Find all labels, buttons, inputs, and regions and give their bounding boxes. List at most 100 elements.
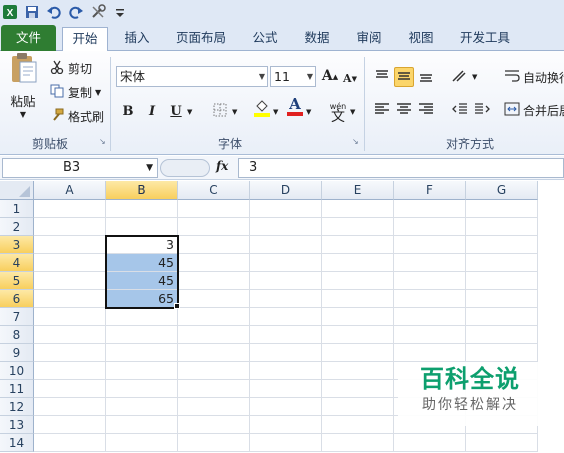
tools-icon[interactable]: [90, 4, 106, 20]
undo-icon[interactable]: [46, 4, 62, 20]
fill-handle[interactable]: [174, 303, 180, 309]
italic-button[interactable]: I: [142, 101, 162, 121]
cell-c2[interactable]: [178, 218, 250, 236]
cell-b1[interactable]: [106, 200, 178, 218]
row-header-11[interactable]: 11: [0, 380, 34, 398]
font-size-select[interactable]: 11 ▼: [270, 66, 316, 87]
cell-c1[interactable]: [178, 200, 250, 218]
cell-a7[interactable]: [34, 308, 106, 326]
chevron-down-icon[interactable]: ▼: [187, 108, 192, 116]
cell-b10[interactable]: [106, 362, 178, 380]
cell-b14[interactable]: [106, 434, 178, 452]
save-icon[interactable]: [24, 4, 40, 20]
cell-c11[interactable]: [178, 380, 250, 398]
cell-a2[interactable]: [34, 218, 106, 236]
cell-e2[interactable]: [322, 218, 394, 236]
increase-font-button[interactable]: A ▲: [320, 66, 340, 86]
dialog-launcher-icon[interactable]: ↘: [352, 137, 359, 146]
cell-e7[interactable]: [322, 308, 394, 326]
name-box[interactable]: B3 ▼: [2, 158, 158, 178]
cell-c10[interactable]: [178, 362, 250, 380]
cell-c9[interactable]: [178, 344, 250, 362]
cell-g9[interactable]: [466, 344, 538, 362]
tab-home[interactable]: 开始: [62, 27, 108, 52]
cell-c13[interactable]: [178, 416, 250, 434]
cell-d13[interactable]: [250, 416, 322, 434]
chevron-down-icon[interactable]: ▼: [273, 108, 278, 116]
row-header-8[interactable]: 8: [0, 326, 34, 344]
column-header-b[interactable]: B: [106, 181, 178, 200]
cell-b7[interactable]: [106, 308, 178, 326]
cell-g3[interactable]: [466, 236, 538, 254]
tab-review[interactable]: 审阅: [346, 27, 392, 51]
cell-d8[interactable]: [250, 326, 322, 344]
cell-e3[interactable]: [322, 236, 394, 254]
cut-button[interactable]: 剪切: [50, 59, 92, 77]
cell-a8[interactable]: [34, 326, 106, 344]
cell-a14[interactable]: [34, 434, 106, 452]
row-header-9[interactable]: 9: [0, 344, 34, 362]
decrease-indent-button[interactable]: [450, 100, 470, 120]
column-header-c[interactable]: C: [178, 181, 250, 200]
cell-f7[interactable]: [394, 308, 466, 326]
cell-e13[interactable]: [322, 416, 394, 434]
wrap-text-button[interactable]: 自动换行: [504, 68, 564, 86]
cell-a4[interactable]: [34, 254, 106, 272]
align-top-button[interactable]: [372, 67, 392, 87]
copy-button[interactable]: 复制 ▼: [50, 83, 101, 101]
cell-e5[interactable]: [322, 272, 394, 290]
chevron-down-icon[interactable]: ▼: [306, 108, 311, 116]
tab-file[interactable]: 文件: [1, 25, 56, 51]
row-header-5[interactable]: 5: [0, 272, 34, 290]
column-header-d[interactable]: D: [250, 181, 322, 200]
column-header-e[interactable]: E: [322, 181, 394, 200]
fx-icon[interactable]: fx: [216, 159, 228, 173]
font-name-select[interactable]: 宋体 ▼: [116, 66, 268, 87]
select-all-button[interactable]: [0, 181, 34, 200]
align-bottom-button[interactable]: [416, 67, 436, 87]
cell-c5[interactable]: [178, 272, 250, 290]
cell-a5[interactable]: [34, 272, 106, 290]
cell-d12[interactable]: [250, 398, 322, 416]
formula-input[interactable]: 3: [238, 158, 564, 178]
decrease-font-button[interactable]: A ▼: [340, 68, 360, 88]
cell-b5[interactable]: 45: [106, 272, 178, 290]
tab-view[interactable]: 视图: [398, 27, 444, 51]
cell-a9[interactable]: [34, 344, 106, 362]
cell-d1[interactable]: [250, 200, 322, 218]
cell-f2[interactable]: [394, 218, 466, 236]
cell-c3[interactable]: [178, 236, 250, 254]
cell-e6[interactable]: [322, 290, 394, 308]
cell-a6[interactable]: [34, 290, 106, 308]
tab-developer[interactable]: 开发工具: [452, 27, 518, 51]
cell-d10[interactable]: [250, 362, 322, 380]
cell-e12[interactable]: [322, 398, 394, 416]
font-color-button[interactable]: A: [285, 95, 305, 117]
cell-a1[interactable]: [34, 200, 106, 218]
cell-g6[interactable]: [466, 290, 538, 308]
cell-d9[interactable]: [250, 344, 322, 362]
row-header-7[interactable]: 7: [0, 308, 34, 326]
cell-f3[interactable]: [394, 236, 466, 254]
cell-a12[interactable]: [34, 398, 106, 416]
formula-bar-splitter[interactable]: [160, 159, 210, 177]
align-center-button[interactable]: [394, 100, 414, 120]
cell-e14[interactable]: [322, 434, 394, 452]
align-right-button[interactable]: [416, 100, 436, 120]
row-header-6[interactable]: 6: [0, 290, 34, 308]
cell-g8[interactable]: [466, 326, 538, 344]
cell-b11[interactable]: [106, 380, 178, 398]
cell-e11[interactable]: [322, 380, 394, 398]
cell-b13[interactable]: [106, 416, 178, 434]
cell-g7[interactable]: [466, 308, 538, 326]
cell-c7[interactable]: [178, 308, 250, 326]
row-header-2[interactable]: 2: [0, 218, 34, 236]
cell-b12[interactable]: [106, 398, 178, 416]
cell-d4[interactable]: [250, 254, 322, 272]
row-header-12[interactable]: 12: [0, 398, 34, 416]
tab-page-layout[interactable]: 页面布局: [168, 27, 234, 51]
cell-e1[interactable]: [322, 200, 394, 218]
cell-d7[interactable]: [250, 308, 322, 326]
format-painter-button[interactable]: 格式刷: [50, 107, 104, 125]
dialog-launcher-icon[interactable]: ↘: [99, 137, 106, 146]
